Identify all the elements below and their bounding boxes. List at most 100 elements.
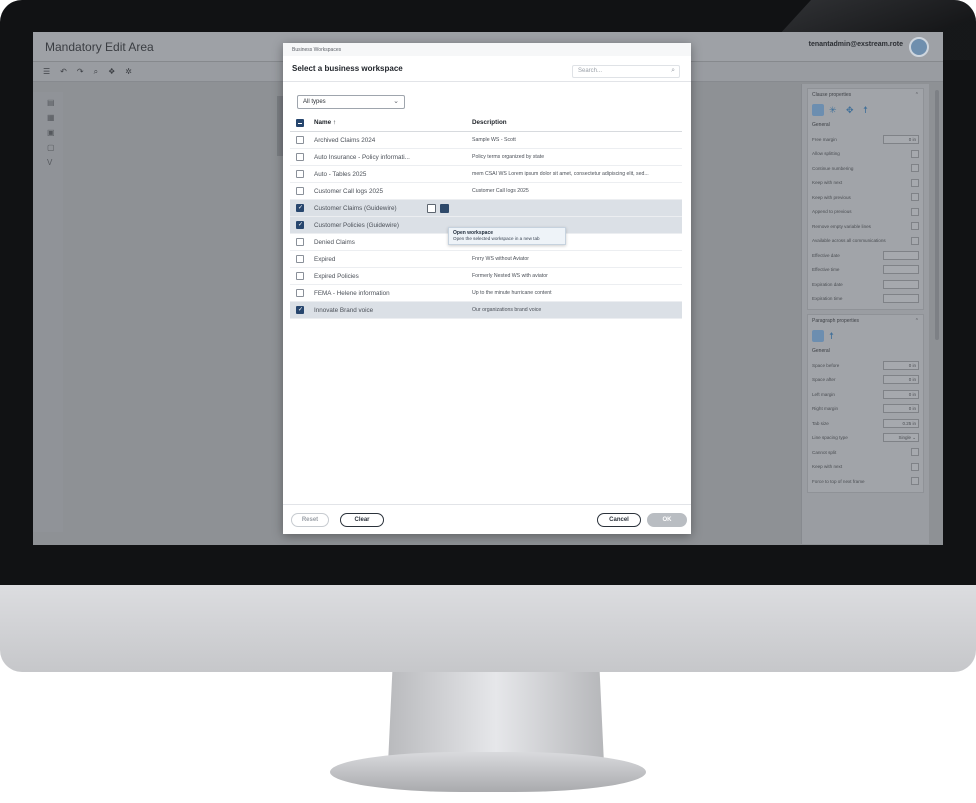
type-filter-select[interactable]: All types ⌄ (297, 95, 405, 109)
property-row: Expiration date (812, 277, 919, 292)
variable-icon[interactable]: V (47, 158, 63, 167)
workspace-name: Auto Insurance - Policy informati... (314, 153, 410, 161)
reset-button[interactable]: Reset (291, 513, 329, 527)
property-input[interactable]: 0 in (883, 134, 919, 144)
redo-icon[interactable]: ↷ (77, 67, 84, 76)
table-row[interactable]: Customer Claims (Guidewire) (290, 200, 682, 217)
collapse-icon[interactable]: ⌃ (915, 92, 919, 98)
property-row: Space before 0 in (812, 358, 919, 373)
workspace-description: Up to the minute hurricane content (472, 290, 552, 296)
property-input[interactable]: 0 in (883, 389, 919, 399)
property-input[interactable] (883, 294, 919, 304)
property-input[interactable]: 0 in (883, 360, 919, 370)
description-column-header: Description (472, 119, 507, 126)
search-icon[interactable]: ⌕ (94, 67, 98, 77)
table-row[interactable]: Expired Policies Formerly Nested WS with … (290, 268, 682, 285)
property-input[interactable] (883, 279, 919, 289)
property-row: Available across all communications (812, 234, 919, 249)
workspace-name: Expired Policies (314, 272, 359, 280)
workspace-name: FEMA - Helene information (314, 289, 390, 297)
row-checkbox[interactable] (296, 221, 304, 229)
row-checkbox[interactable] (296, 153, 304, 161)
row-checkbox[interactable] (296, 255, 304, 263)
general-tab-icon[interactable] (812, 104, 824, 116)
property-row: Effective time (812, 263, 919, 278)
row-checkbox[interactable] (296, 289, 304, 297)
property-row: Tab size 0.25 in (812, 416, 919, 431)
property-checkbox[interactable] (911, 448, 919, 457)
settings-icon[interactable]: ✲ (125, 67, 132, 76)
dialog-footer: Reset Clear Cancel OK (283, 504, 691, 534)
accessibility-icon[interactable]: ☨ (829, 330, 841, 342)
clause-properties-title: Clause properties (812, 92, 852, 98)
property-row: Remove empty variable lines (812, 219, 919, 234)
table-row[interactable]: Expired Fnrry WS without Aviator (290, 251, 682, 268)
table-row[interactable]: Auto - Tables 2025 mem CSAI WS Lorem ipsu… (290, 166, 682, 183)
menu-icon[interactable]: ☰ (43, 67, 50, 76)
row-checkbox[interactable] (296, 306, 304, 314)
property-input[interactable]: 0.25 in (883, 418, 919, 428)
property-checkbox[interactable] (911, 193, 919, 202)
property-row: Left margin 0 in (812, 387, 919, 402)
ok-button[interactable]: OK (647, 513, 687, 527)
property-checkbox[interactable] (911, 236, 919, 245)
open-workspace-tooltip: Open workspace Open the selected workspa… (448, 227, 566, 245)
property-checkbox[interactable] (911, 178, 919, 187)
monitor-stand-neck (388, 672, 604, 764)
row-checkbox[interactable] (296, 187, 304, 195)
table-row[interactable]: FEMA - Helene information Up to the minut… (290, 285, 682, 302)
accessibility-icon[interactable]: ☨ (863, 104, 875, 116)
open-in-new-tab-icon[interactable] (440, 203, 449, 213)
table-row[interactable]: Innovate Brand voice Our organizations br… (290, 302, 682, 319)
row-checkbox[interactable] (296, 136, 304, 144)
table-row[interactable]: Customer Call logs 2025 Customer Call log… (290, 183, 682, 200)
property-checkbox[interactable] (911, 207, 919, 216)
search-icon[interactable]: ⌕ (671, 67, 675, 75)
property-label: Remove empty variable lines (812, 223, 871, 229)
workspace-description: mem CSAI WS Lorem ipsum dolor sit amet, … (472, 171, 649, 177)
sparkle-icon[interactable]: ✳ (829, 104, 841, 116)
property-checkbox[interactable] (911, 149, 919, 158)
undo-icon[interactable]: ↶ (60, 67, 67, 76)
user-email[interactable]: tenantadmin@exstream.rote (809, 41, 903, 48)
property-input[interactable]: 0 in (883, 404, 919, 414)
property-checkbox[interactable] (911, 164, 919, 173)
row-checkbox[interactable] (296, 170, 304, 178)
outline-icon[interactable]: ▤ (47, 98, 63, 107)
properties-icon[interactable] (427, 203, 436, 213)
property-input[interactable] (883, 250, 919, 260)
property-label: Available across all communications (812, 238, 886, 244)
paragraph-properties-section: Paragraph properties ⌃ ☨ General Space be… (807, 314, 924, 493)
property-checkbox[interactable] (911, 477, 919, 486)
row-checkbox[interactable] (296, 204, 304, 212)
general-tab-icon[interactable] (812, 330, 824, 342)
collapse-icon[interactable]: ⌃ (915, 318, 919, 324)
property-checkbox[interactable] (911, 462, 919, 471)
avatar[interactable] (909, 37, 929, 57)
table-row[interactable]: Auto Insurance - Policy informati... Poli… (290, 149, 682, 166)
property-label: Cannot split (812, 449, 837, 455)
property-label: Expiration date (812, 281, 843, 287)
search-input[interactable]: Search... ⌕ (572, 65, 680, 78)
panel-scrollbar[interactable] (935, 90, 939, 340)
property-row: Append to previous (812, 205, 919, 220)
property-label: Keep with next (812, 180, 843, 186)
cancel-button[interactable]: Cancel (597, 513, 641, 527)
workspace-name: Innovate Brand voice (314, 306, 374, 314)
layers-icon[interactable]: ▦ (47, 113, 63, 122)
table-row[interactable]: Archived Claims 2024 Sample WS - Scott (290, 132, 682, 149)
property-input[interactable]: Single ⌄ (883, 433, 919, 443)
image-icon[interactable]: ▢ (47, 143, 63, 152)
move-icon[interactable]: ✥ (846, 104, 858, 116)
lock-icon[interactable]: ▣ (47, 128, 63, 137)
row-checkbox[interactable] (296, 272, 304, 280)
style-icon[interactable]: ❖ (108, 67, 115, 76)
name-column-header[interactable]: Name ↑ (314, 119, 336, 126)
property-input[interactable] (883, 265, 919, 275)
property-input[interactable]: 0 in (883, 375, 919, 385)
property-row: Keep with previous (812, 190, 919, 205)
clear-button[interactable]: Clear (340, 513, 384, 527)
property-checkbox[interactable] (911, 222, 919, 231)
select-all-checkbox[interactable] (296, 118, 304, 127)
row-checkbox[interactable] (296, 238, 304, 246)
